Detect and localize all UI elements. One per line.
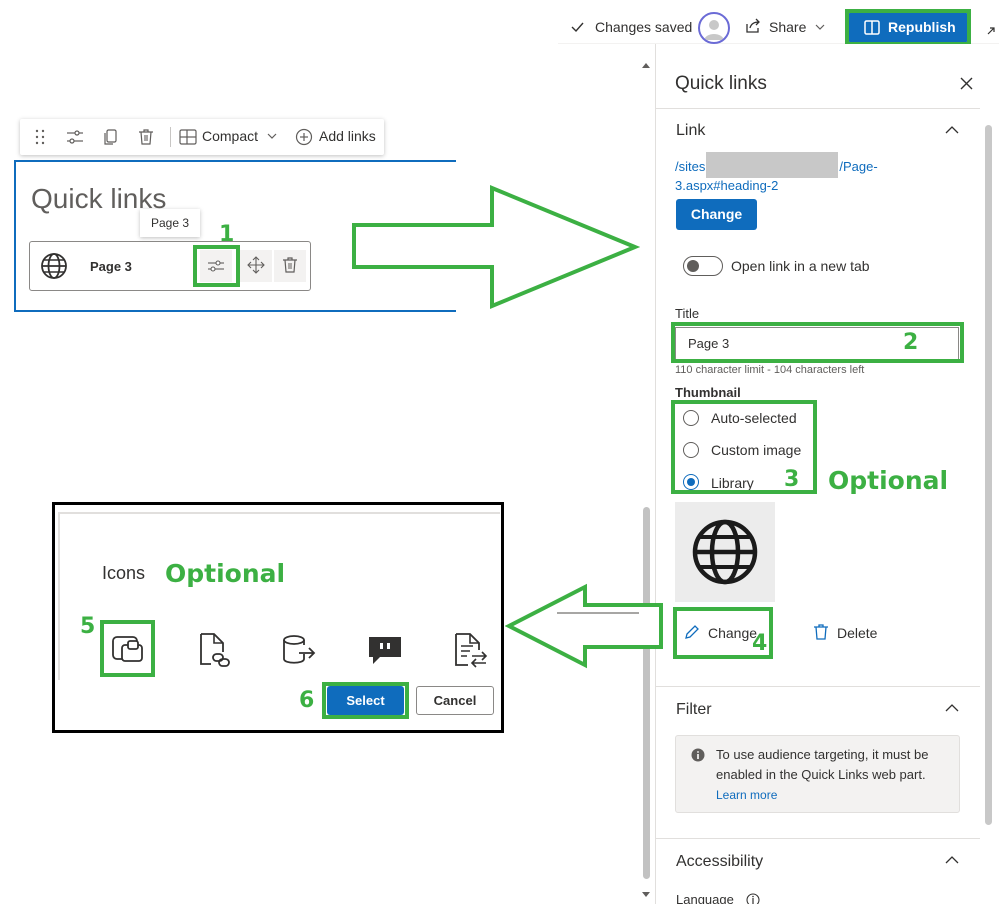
- chevron-down-icon[interactable]: [815, 24, 825, 31]
- quick-link-item[interactable]: Page 3: [29, 241, 311, 291]
- layout-dropdown[interactable]: Compact: [202, 128, 258, 144]
- panel-title: Quick links: [675, 73, 767, 94]
- avatar[interactable]: [698, 12, 730, 44]
- cancel-icon-button[interactable]: Cancel: [416, 686, 494, 715]
- document-sync-icon[interactable]: [453, 632, 489, 668]
- share-icon[interactable]: [745, 18, 762, 34]
- annotation-step-2: 2: [903, 330, 919, 355]
- link-url-part3: 3.aspx#heading-2: [675, 178, 779, 193]
- delete-icon: [814, 624, 828, 640]
- filter-section-heading[interactable]: Filter: [676, 701, 712, 719]
- delete-icon: [283, 257, 297, 273]
- close-icon[interactable]: [960, 77, 973, 90]
- arrow-right-annotation: [352, 185, 641, 309]
- webpart-toolbar: Compact Add links: [20, 119, 384, 155]
- annotation-step-6: 6: [299, 688, 315, 713]
- toolbar-divider: [170, 127, 171, 147]
- change-link-button[interactable]: Change: [676, 199, 757, 230]
- layout-icon[interactable]: [178, 127, 198, 147]
- annotation-optional-2: Optional: [165, 559, 286, 588]
- annotation-step-4: 4: [752, 631, 768, 656]
- checkmark-icon: [571, 22, 584, 33]
- drag-handle-icon[interactable]: [30, 127, 50, 147]
- info-icon[interactable]: [746, 893, 760, 904]
- link-section-heading[interactable]: Link: [676, 122, 705, 140]
- add-links-button[interactable]: Add links: [319, 128, 376, 144]
- link-item-label: Page 3: [90, 259, 132, 274]
- expand-icon[interactable]: [986, 26, 996, 36]
- annotation-optional-1: Optional: [828, 466, 949, 495]
- thumbnail-label: Thumbnail: [675, 385, 741, 400]
- title-char-hint: 110 character limit - 104 characters lef…: [675, 364, 865, 376]
- chevron-down-icon[interactable]: [267, 133, 277, 140]
- toggle-knob: [687, 260, 699, 272]
- annotation-box-2: [671, 322, 964, 363]
- accessibility-section-heading[interactable]: Accessibility: [676, 853, 763, 871]
- thumbnail-preview: [675, 502, 775, 602]
- delete-icon[interactable]: [136, 127, 156, 147]
- audience-info-text: To use audience targeting, it must be en…: [716, 745, 951, 805]
- database-export-icon[interactable]: [282, 635, 316, 665]
- filter-divider: [655, 686, 980, 687]
- learn-more-link[interactable]: Learn more: [716, 788, 777, 802]
- panel-header-divider: [655, 108, 980, 109]
- annotation-box-6: [322, 682, 409, 719]
- duplicate-icon[interactable]: [101, 127, 121, 147]
- title-field-label: Title: [675, 306, 700, 321]
- chevron-up-icon[interactable]: [945, 125, 959, 135]
- new-tab-toggle-label: Open link in a new tab: [731, 258, 870, 274]
- scroll-up-icon[interactable]: [642, 62, 650, 68]
- annotation-box-5: [100, 620, 155, 677]
- chevron-up-icon[interactable]: [945, 703, 959, 713]
- globe-icon: [41, 253, 67, 279]
- save-status: Changes saved: [595, 19, 693, 35]
- annotation-box-1: [193, 245, 240, 287]
- arrow-left-annotation: [505, 583, 663, 669]
- chevron-up-icon[interactable]: [945, 855, 959, 865]
- tooltip: Page 3: [140, 209, 200, 237]
- accessibility-divider: [655, 838, 980, 839]
- icon-picker-heading: Icons: [102, 563, 146, 583]
- share-button[interactable]: Share: [769, 19, 806, 35]
- annotation-box-7: [845, 9, 971, 46]
- delete-item-button[interactable]: [274, 250, 306, 282]
- new-tab-toggle[interactable]: [683, 256, 723, 276]
- annotation-step-1: 1: [219, 222, 235, 247]
- redacted-block: [706, 152, 838, 178]
- move-item-button[interactable]: [240, 250, 272, 282]
- document-link-icon[interactable]: [197, 632, 233, 668]
- scroll-down-icon[interactable]: [642, 892, 650, 898]
- panel-scrollbar-thumb[interactable]: [985, 125, 992, 825]
- delete-thumbnail-button[interactable]: Delete: [837, 625, 877, 641]
- add-icon[interactable]: [294, 127, 314, 147]
- settings-sliders-icon[interactable]: [65, 127, 85, 147]
- audience-info-message: To use audience targeting, it must be en…: [716, 747, 929, 782]
- canvas-scrollbar-thumb[interactable]: [643, 507, 650, 879]
- language-label: Language: [676, 892, 734, 904]
- link-url-part2: /Page-: [839, 159, 878, 174]
- comment-icon[interactable]: [368, 636, 402, 666]
- globe-icon: [692, 519, 758, 585]
- move-icon: [247, 256, 265, 274]
- link-url-part1: /sites: [675, 159, 706, 174]
- annotation-step-3: 3: [784, 467, 800, 492]
- annotation-step-5: 5: [80, 614, 96, 639]
- info-icon: [691, 748, 705, 762]
